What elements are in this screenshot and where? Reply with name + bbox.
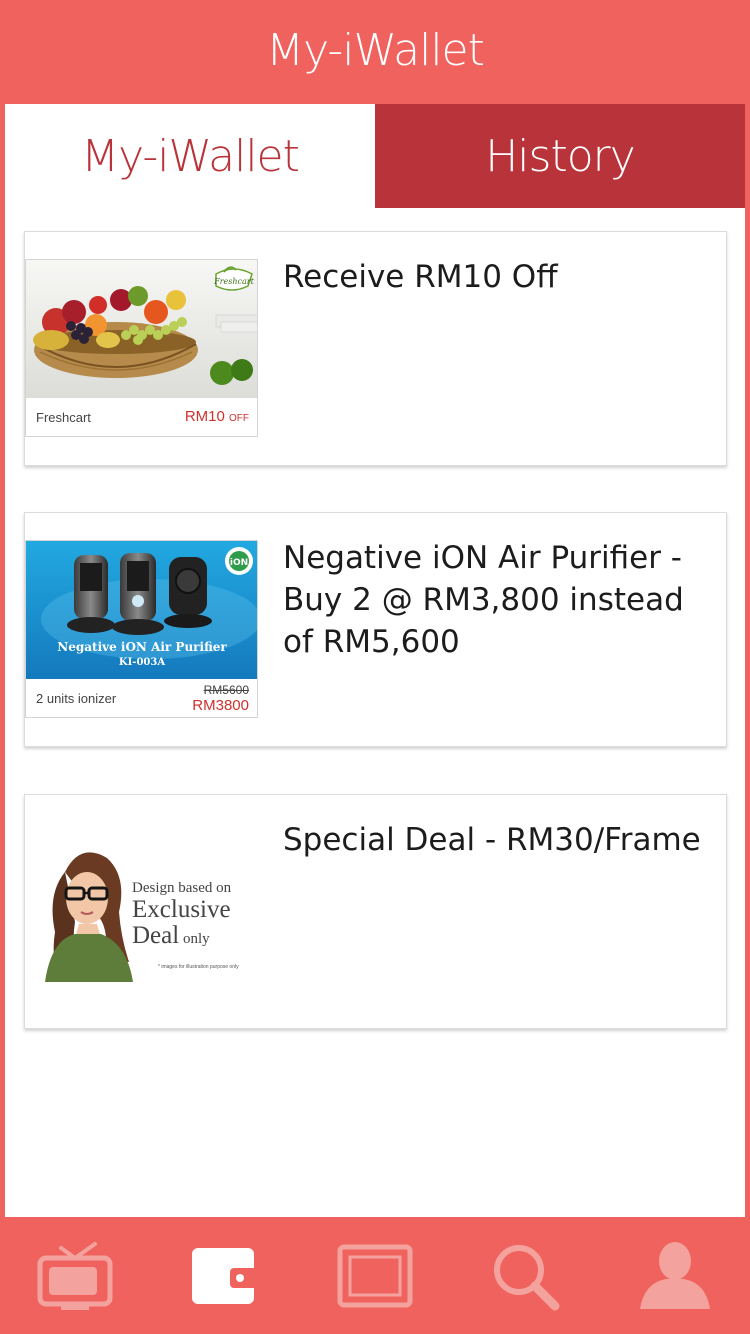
main-content: My-iWallet History Freshcart Freshcart R… — [5, 104, 745, 1217]
air-purifier-image: iON Negative iON Air Purifier KI-003A — [26, 541, 257, 679]
discount-badge: RM10 OFF — [185, 408, 249, 425]
ion-badge-text: iON — [230, 558, 248, 568]
nav-frame[interactable] — [300, 1217, 450, 1334]
user-icon — [640, 1241, 710, 1309]
deal-card-air-purifier[interactable]: iON Negative iON Air Purifier KI-003A 2 … — [24, 512, 727, 747]
deal-price: RM3800 — [192, 697, 249, 714]
thumb-footer: 2 units ionizer RM5600 RM3800 — [26, 679, 257, 717]
nav-profile[interactable] — [600, 1217, 750, 1334]
deal-thumbnail: iON Negative iON Air Purifier KI-003A 2 … — [25, 540, 258, 718]
fruit-basket-image: Freshcart — [26, 260, 257, 398]
deal-thumbnail: Design based on Exclusive Deal only * im… — [25, 822, 258, 1000]
thumb-footer: Freshcart RM10 OFF — [26, 398, 257, 436]
freshcart-logo-text: Freshcart — [213, 277, 254, 286]
nav-search[interactable] — [450, 1217, 600, 1334]
promo-line-3: Deal only — [132, 922, 258, 953]
deal-thumbnail: Freshcart Freshcart RM10 OFF — [25, 259, 258, 437]
deal-title: Special Deal - RM30/Frame — [283, 822, 701, 858]
original-price: RM5600 — [203, 683, 249, 697]
product-summary: 2 units ionizer — [36, 691, 117, 706]
promo-line-2: Exclusive — [132, 896, 231, 923]
deal-title: Negative iON Air Purifier - Buy 2 @ RM3,… — [283, 540, 684, 660]
illustration-note: * images for illustration purpose only — [158, 964, 239, 970]
merchant-name: Freshcart — [36, 410, 91, 425]
promo-line-1: Design based on — [132, 880, 232, 896]
discount-amount: RM10 — [184, 408, 225, 425]
tab-bar: My-iWallet History — [5, 104, 745, 208]
frame-icon — [337, 1244, 413, 1307]
search-icon — [494, 1244, 560, 1310]
tv-icon — [37, 1241, 113, 1310]
deal-card-freshcart[interactable]: Freshcart Freshcart RM10 OFF Receive RM1… — [24, 231, 727, 466]
wallet-icon — [192, 1247, 260, 1304]
tab-my-iwallet[interactable]: My-iWallet — [5, 104, 375, 208]
discount-suffix: OFF — [229, 413, 249, 424]
nav-wallet[interactable] — [150, 1217, 300, 1334]
page-title: My-iWallet — [266, 24, 485, 76]
tab-history[interactable]: History — [375, 104, 745, 208]
deal-card-eyewear[interactable]: Design based on Exclusive Deal only * im… — [24, 794, 727, 1029]
deal-title: Receive RM10 Off — [283, 259, 558, 295]
product-name-text: Negative iON Air Purifier — [57, 640, 227, 654]
promo-text-block: Design based on Exclusive Deal only — [132, 880, 258, 953]
nav-tv[interactable] — [0, 1217, 150, 1334]
bottom-nav — [0, 1217, 750, 1334]
promo-line-3-main: Deal — [132, 922, 180, 949]
app-header: My-iWallet — [0, 0, 750, 104]
product-model-text: KI-003A — [119, 657, 165, 668]
promo-line-3-suffix: only — [182, 931, 210, 947]
model-wearing-glasses-image — [45, 852, 133, 982]
